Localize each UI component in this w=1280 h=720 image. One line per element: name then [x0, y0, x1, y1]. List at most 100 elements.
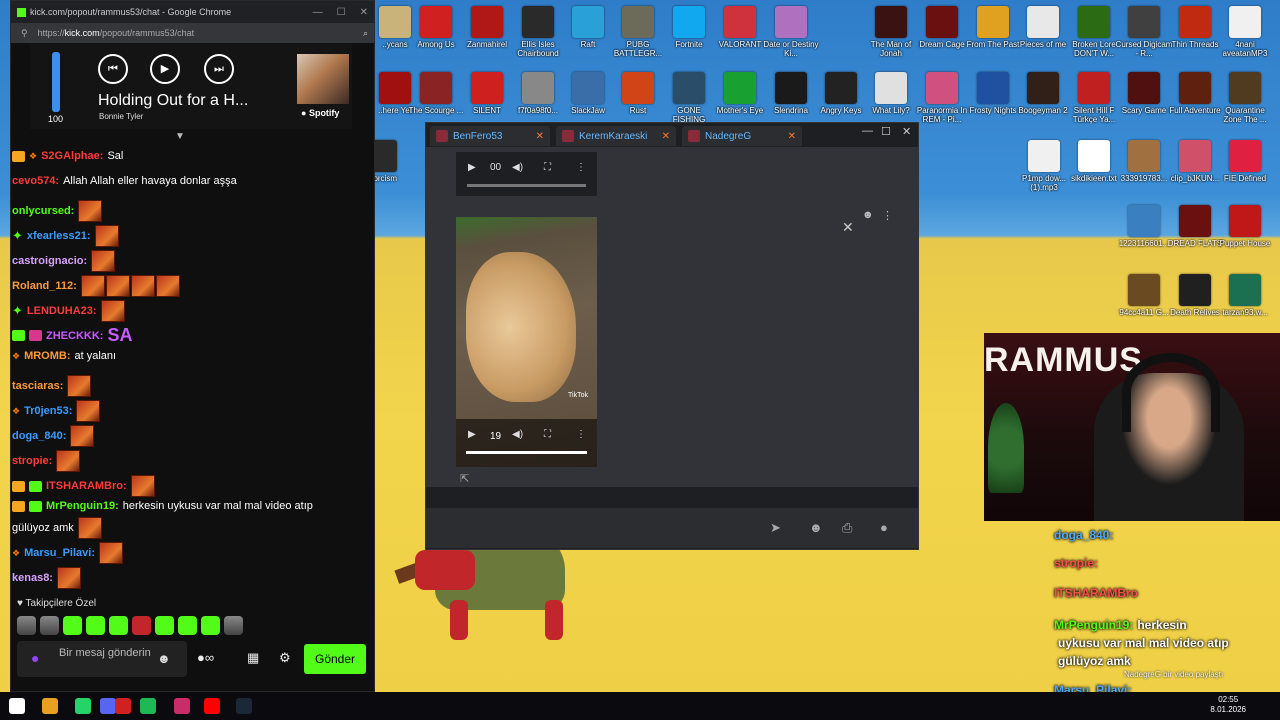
play-icon[interactable]: ▶: [468, 429, 476, 440]
desktop-icon[interactable]: 333919783...: [1115, 140, 1173, 192]
audio-progress-bar[interactable]: [467, 184, 586, 187]
chat-username[interactable]: MrPenguin19:: [46, 500, 119, 512]
desktop-icon[interactable]: Paranormia In REM - Pi...: [913, 72, 971, 124]
emote-button[interactable]: [178, 616, 197, 635]
minimize-button[interactable]: —: [862, 125, 873, 137]
video-player[interactable]: TikTok ▶ 19 ◀) ⛶ ⋮: [456, 217, 597, 467]
zoom-icon[interactable]: ⌕: [363, 28, 368, 39]
emote-button[interactable]: [86, 616, 105, 635]
desktop-icon[interactable]: Quarantine Zone The ...: [1216, 72, 1274, 124]
chat-username[interactable]: cevo574:: [12, 175, 59, 187]
desktop-icon[interactable]: The Scourge ...: [407, 72, 465, 124]
windows-start-icon[interactable]: [9, 698, 25, 714]
collapse-chevron-icon[interactable]: ▼: [175, 131, 185, 142]
minimize-button[interactable]: —: [313, 7, 323, 18]
close-button[interactable]: ✕: [902, 125, 911, 138]
desktop-icon[interactable]: 94cc4a11 G...: [1115, 274, 1173, 326]
store-icon[interactable]: ▦: [247, 650, 259, 666]
microphone-icon[interactable]: ●: [880, 520, 888, 535]
desktop-icon[interactable]: Boogeyman 2: [1014, 72, 1072, 124]
send-button[interactable]: Gönder: [304, 644, 366, 674]
emoji-icon[interactable]: ☻: [157, 651, 171, 666]
desktop-icon[interactable]: SILENT: [458, 72, 516, 124]
fullscreen-icon[interactable]: ⛶: [544, 429, 551, 440]
desktop-icon[interactable]: Date or Destiny Ki...: [762, 6, 820, 58]
desktop-icon[interactable]: PUBG BATTLEGR...: [609, 6, 667, 58]
maximize-button[interactable]: ☐: [881, 125, 891, 138]
chat-username[interactable]: Roland_112:: [12, 280, 77, 292]
chat-username[interactable]: Marsu_Pilavi:: [24, 547, 95, 559]
tab-close-icon[interactable]: ✕: [536, 131, 544, 142]
play-icon[interactable]: ▶: [468, 162, 476, 173]
chat-username[interactable]: ITSHARAMBro:: [46, 480, 127, 492]
chat-username[interactable]: doga_840:: [12, 430, 66, 442]
desktop-icon[interactable]: Pieces of me: [1014, 6, 1072, 58]
emote-button[interactable]: [63, 616, 82, 635]
chat-username[interactable]: Tr0jen53:: [24, 405, 72, 417]
chat-username[interactable]: tasciaras:: [12, 380, 63, 392]
desktop-icon[interactable]: Cursed Digicam - R...: [1115, 6, 1173, 58]
tab-close-icon[interactable]: ✕: [662, 131, 670, 142]
chat-username[interactable]: kenas8:: [12, 572, 53, 584]
emote-button[interactable]: [132, 616, 151, 635]
desktop-icon[interactable]: 4nani aveatanMP3: [1216, 6, 1274, 58]
chat-username[interactable]: castroignacio:: [12, 255, 87, 267]
chat-username[interactable]: LENDUHA23:: [27, 305, 97, 317]
chat-username[interactable]: MROMB:: [24, 350, 70, 362]
address-bar[interactable]: ⚲ https://kick.com/popout/rammus53/chat …: [11, 23, 374, 43]
tab-close-icon[interactable]: ✕: [788, 131, 796, 142]
more-options-icon[interactable]: ⋮: [576, 162, 586, 173]
desktop-icon[interactable]: The Man of Jonah: [862, 6, 920, 58]
chat-username[interactable]: xfearless21:: [27, 230, 91, 242]
desktop-icon[interactable]: Rust: [609, 72, 667, 124]
open-external-icon[interactable]: ⇱: [460, 472, 469, 485]
volume-bar[interactable]: [52, 52, 60, 112]
play-icon[interactable]: ▶: [150, 54, 180, 84]
emoji-icon[interactable]: ☻: [809, 520, 823, 535]
vpn-icon[interactable]: [174, 698, 190, 714]
video-progress-bar[interactable]: [466, 451, 587, 454]
chrome-icon[interactable]: [42, 698, 58, 714]
whatsapp-icon[interactable]: [75, 698, 91, 714]
desktop-icon[interactable]: What Lily?: [862, 72, 920, 124]
settings-gear-icon[interactable]: ⚙: [279, 650, 291, 666]
desktop-icon[interactable]: Among Us: [407, 6, 465, 58]
tab-nadegreg[interactable]: NadegreG ✕: [682, 126, 802, 146]
dismiss-icon[interactable]: ✕: [842, 219, 854, 236]
desktop-icon[interactable]: tarzan93.w...: [1216, 274, 1274, 326]
chat-username[interactable]: S2GAlphae:: [41, 150, 103, 162]
youtube-icon[interactable]: [204, 698, 220, 714]
chat-username[interactable]: ZHECKKK:: [46, 330, 103, 342]
desktop-icon[interactable]: Puppet House: [1216, 205, 1274, 257]
desktop-icon[interactable]: Mother's Eye: [711, 72, 769, 124]
desktop-icon[interactable]: FIE Defined: [1216, 140, 1274, 192]
desktop-icon[interactable]: 1223116601...: [1115, 205, 1173, 257]
chat-input[interactable]: ● Bir mesaj gönderin ☻: [17, 641, 187, 677]
volume-icon[interactable]: ◀): [512, 162, 523, 173]
more-options-icon[interactable]: ⋮: [882, 209, 893, 222]
system-clock[interactable]: 02:55 8.01.2026: [1210, 695, 1246, 715]
chat-username[interactable]: stropie:: [12, 455, 52, 467]
site-settings-icon[interactable]: ⚲: [21, 28, 28, 39]
volume-icon[interactable]: ◀): [512, 429, 523, 440]
fullscreen-icon[interactable]: ⛶: [544, 162, 551, 173]
emote-button[interactable]: [17, 616, 36, 635]
next-track-icon[interactable]: ⏭: [204, 54, 234, 84]
chat-username[interactable]: onlycursed:: [12, 205, 74, 217]
tab-benfero53[interactable]: BenFero53 ✕: [430, 126, 550, 146]
discord-app-icon[interactable]: [100, 698, 116, 714]
add-reaction-icon[interactable]: ☻: [862, 209, 874, 221]
desktop-icon[interactable]: GONE FISHING: [660, 72, 718, 124]
desktop-icon[interactable]: VALORANT: [711, 6, 769, 58]
maximize-button[interactable]: ☐: [337, 7, 346, 18]
discord-message-input[interactable]: ➤ ☻ ⎙ ●: [426, 508, 918, 548]
emote-button[interactable]: [40, 616, 59, 635]
desktop-icon[interactable]: Scary Game: [1115, 72, 1173, 124]
attach-icon[interactable]: ⎙: [842, 520, 852, 536]
desktop-icon[interactable]: Fortnite: [660, 6, 718, 58]
previous-track-icon[interactable]: ⏮: [98, 54, 128, 84]
desktop-icon[interactable]: Zanmahirel: [458, 6, 516, 58]
vince-icon[interactable]: [115, 698, 131, 714]
close-button[interactable]: ✕: [360, 7, 368, 18]
desktop-icon[interactable]: Dream Cage: [913, 6, 971, 58]
